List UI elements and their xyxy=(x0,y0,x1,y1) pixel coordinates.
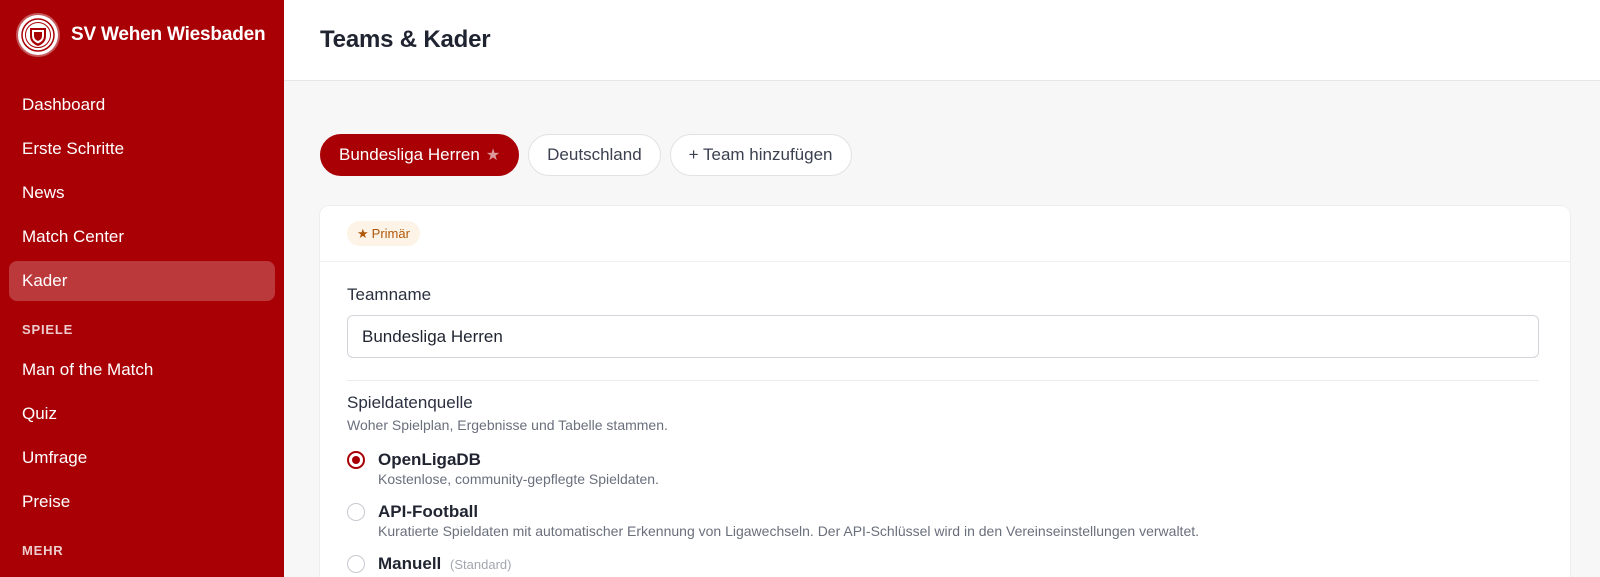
tab-deutschland[interactable]: Deutschland xyxy=(528,134,661,176)
page-title: Teams & Kader xyxy=(320,26,491,53)
option-hint: (Standard) xyxy=(450,557,512,572)
sidebar-item-man-of-the-match[interactable]: Man of the Match xyxy=(9,350,275,390)
option-title: API-Football xyxy=(378,502,479,521)
brand-name: SV Wehen Wiesbaden xyxy=(71,24,266,45)
option-title: OpenLigaDB xyxy=(378,450,481,469)
radio-openligadb[interactable] xyxy=(347,451,365,469)
sidebar-item-kader[interactable]: Kader xyxy=(9,261,275,301)
sidebar-item-news[interactable]: News xyxy=(9,173,275,213)
tab-bundesliga-herren[interactable]: Bundesliga Herren ★ xyxy=(320,134,520,176)
sidebar-item-match-center[interactable]: Match Center xyxy=(9,217,275,257)
club-crest-icon xyxy=(18,15,58,55)
sidebar-item-dashboard[interactable]: Dashboard xyxy=(9,85,275,125)
source-option-openligadb[interactable]: OpenLigaDB Kostenlose, community-gepfleg… xyxy=(347,449,659,488)
radio-manuell[interactable] xyxy=(347,555,365,573)
primary-badge-label: Primär xyxy=(371,226,410,241)
sidebar-item-quiz[interactable]: Quiz xyxy=(9,394,275,434)
star-icon: ★ xyxy=(485,147,501,164)
option-title: Manuell xyxy=(378,554,442,573)
sidebar-section-spiele: SPIELE xyxy=(22,322,74,337)
sidebar-item-umfrage[interactable]: Umfrage xyxy=(9,438,275,478)
brand[interactable]: SV Wehen Wiesbaden xyxy=(0,0,284,70)
add-team-button[interactable]: + Team hinzufügen xyxy=(669,134,852,176)
source-option-manuell[interactable]: Manuell (Standard) xyxy=(347,553,511,575)
tab-label: Bundesliga Herren xyxy=(339,145,480,164)
main-content: Teams & Kader Bundesliga Herren ★ Deutsc… xyxy=(284,0,1600,577)
top-bar: Teams & Kader xyxy=(284,0,1600,81)
option-description: Kuratierte Spieldaten mit automatischer … xyxy=(378,523,1200,539)
sidebar-item-preise[interactable]: Preise xyxy=(9,482,275,522)
sidebar: SV Wehen Wiesbaden Dashboard Erste Schri… xyxy=(0,0,284,577)
divider xyxy=(320,261,1570,262)
team-tabs: Bundesliga Herren ★ Deutschland + Team h… xyxy=(320,134,852,176)
star-icon: ★ xyxy=(357,225,369,241)
team-name-input[interactable] xyxy=(347,315,1539,358)
sidebar-section-mehr: MEHR xyxy=(22,543,64,558)
team-name-label: Teamname xyxy=(347,285,432,304)
data-source-label: Spieldatenquelle xyxy=(347,393,473,412)
data-source-help: Woher Spielplan, Ergebnisse und Tabelle … xyxy=(347,417,668,433)
option-description: Kostenlose, community-gepflegte Spieldat… xyxy=(378,471,659,487)
radio-api-football[interactable] xyxy=(347,503,365,521)
source-option-api-football[interactable]: API-Football Kuratierte Spieldaten mit a… xyxy=(347,501,1199,540)
sidebar-item-erste-schritte[interactable]: Erste Schritte xyxy=(9,129,275,169)
primary-badge: ★ Primär xyxy=(347,221,420,246)
team-settings-card: ★ Primär Teamname Spieldatenquelle Woher… xyxy=(319,205,1571,577)
divider xyxy=(347,380,1539,381)
